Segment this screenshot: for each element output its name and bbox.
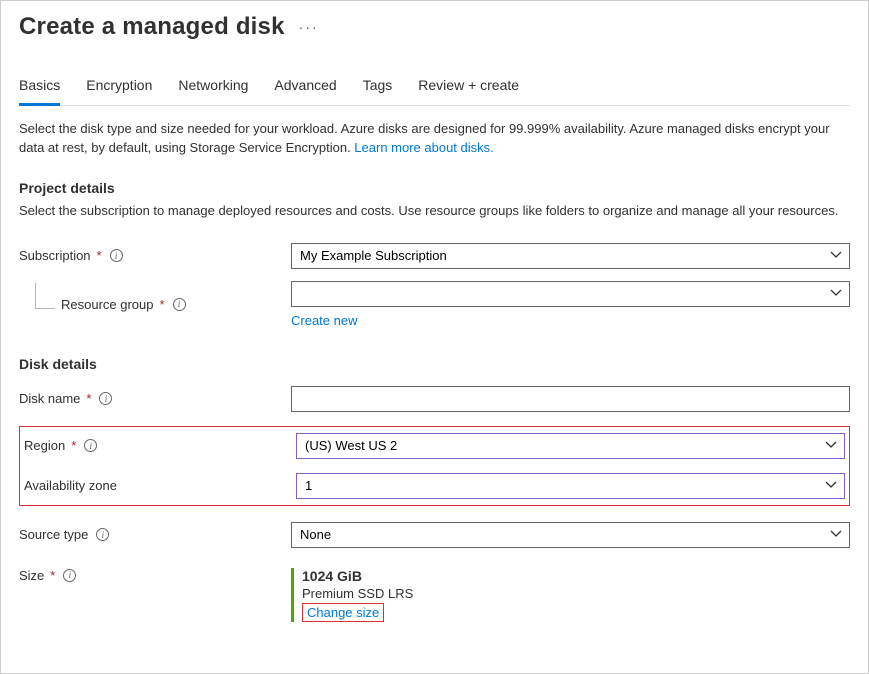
tab-advanced[interactable]: Advanced xyxy=(274,77,336,106)
source-type-label: Source type i xyxy=(19,527,291,542)
source-type-select[interactable] xyxy=(291,522,850,548)
size-type: Premium SSD LRS xyxy=(302,586,850,601)
learn-more-link[interactable]: Learn more about disks. xyxy=(354,140,493,155)
required-icon: * xyxy=(86,391,91,406)
tab-encryption[interactable]: Encryption xyxy=(86,77,152,106)
subscription-label-text: Subscription xyxy=(19,248,91,263)
project-details-desc: Select the subscription to manage deploy… xyxy=(19,202,850,221)
availability-zone-label: Availability zone xyxy=(24,478,296,493)
tree-connector-icon xyxy=(35,283,55,309)
resource-group-label: Resource group * i xyxy=(19,297,291,312)
size-summary: 1024 GiB Premium SSD LRS Change size xyxy=(291,568,850,622)
info-icon[interactable]: i xyxy=(173,298,186,311)
availability-zone-select[interactable] xyxy=(296,473,845,499)
required-icon: * xyxy=(50,568,55,583)
availability-zone-label-text: Availability zone xyxy=(24,478,117,493)
create-new-link[interactable]: Create new xyxy=(291,313,357,328)
resource-group-select[interactable] xyxy=(291,281,850,307)
tab-tags[interactable]: Tags xyxy=(363,77,393,106)
region-label: Region * i xyxy=(24,438,296,453)
region-zone-highlight: Region * i Availability zone xyxy=(19,426,850,506)
size-value: 1024 GiB xyxy=(302,568,850,584)
disk-name-input[interactable] xyxy=(291,386,850,412)
page-title: Create a managed disk xyxy=(19,13,285,41)
tab-basics[interactable]: Basics xyxy=(19,77,60,106)
region-select[interactable] xyxy=(296,433,845,459)
resource-group-label-text: Resource group xyxy=(61,297,154,312)
info-icon[interactable]: i xyxy=(99,392,112,405)
size-label: Size * i xyxy=(19,568,291,583)
info-icon[interactable]: i xyxy=(84,439,97,452)
more-menu-icon[interactable]: ··· xyxy=(299,19,319,35)
subscription-select[interactable] xyxy=(291,243,850,269)
info-icon[interactable]: i xyxy=(96,528,109,541)
info-icon[interactable]: i xyxy=(110,249,123,262)
required-icon: * xyxy=(97,248,102,263)
tab-review[interactable]: Review + create xyxy=(418,77,519,106)
size-label-text: Size xyxy=(19,568,44,583)
project-details-heading: Project details xyxy=(19,180,850,196)
disk-name-label: Disk name * i xyxy=(19,391,291,406)
tab-networking[interactable]: Networking xyxy=(178,77,248,106)
source-type-label-text: Source type xyxy=(19,527,88,542)
tabs: Basics Encryption Networking Advanced Ta… xyxy=(19,77,850,106)
subscription-label: Subscription * i xyxy=(19,248,291,263)
disk-name-label-text: Disk name xyxy=(19,391,80,406)
intro-text: Select the disk type and size needed for… xyxy=(19,120,850,158)
required-icon: * xyxy=(71,438,76,453)
region-label-text: Region xyxy=(24,438,65,453)
info-icon[interactable]: i xyxy=(63,569,76,582)
disk-details-heading: Disk details xyxy=(19,356,850,372)
change-size-link[interactable]: Change size xyxy=(307,605,379,620)
required-icon: * xyxy=(160,297,165,312)
